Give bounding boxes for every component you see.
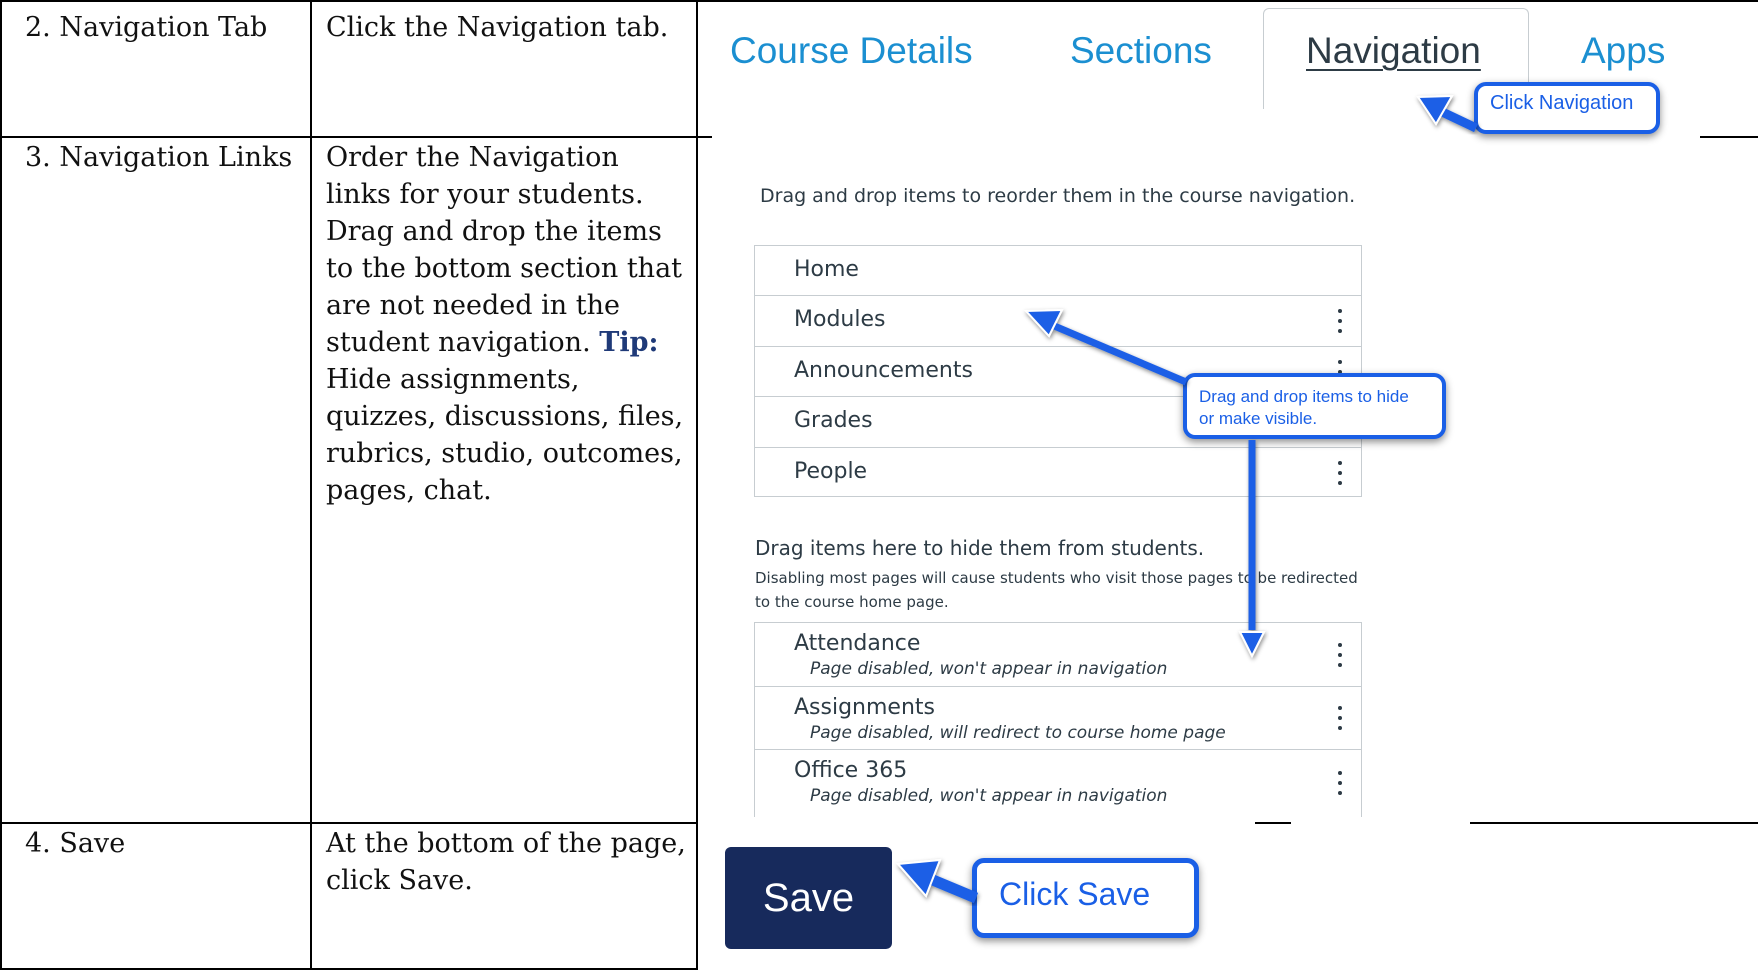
reorder-instructions: Drag and drop items to reorder them in t… bbox=[760, 185, 1356, 207]
table-column-divider-1 bbox=[310, 0, 312, 970]
instruction-line: are not needed in the bbox=[326, 290, 620, 321]
instruction-line: to the bottom section that bbox=[326, 253, 683, 284]
instruction-line: student navigation. bbox=[326, 327, 600, 358]
tab-course-details[interactable]: Course Details bbox=[730, 30, 973, 72]
more-options-icon[interactable] bbox=[1337, 770, 1343, 796]
table-column-divider-2 bbox=[696, 0, 698, 970]
tab-navigation[interactable]: Navigation bbox=[1306, 30, 1481, 72]
instruction-line: links for your students. bbox=[326, 179, 644, 210]
click-save-callout: Click Save bbox=[972, 858, 1199, 938]
step-label: 3. Navigation Links bbox=[25, 142, 293, 173]
more-options-icon[interactable] bbox=[1337, 705, 1343, 731]
tip-label: Tip: bbox=[599, 327, 659, 358]
more-options-icon[interactable] bbox=[1337, 460, 1343, 486]
list-item-label: People bbox=[794, 459, 868, 484]
list-item-label: Grades bbox=[794, 408, 873, 433]
table-row-divider-2 bbox=[0, 822, 698, 824]
list-item-label: Attendance bbox=[794, 631, 921, 656]
disabled-navigation-list: Attendance Page disabled, won't appear i… bbox=[754, 622, 1362, 817]
step-label: 4. Save bbox=[25, 828, 126, 859]
instruction-line: rubrics, studio, outcomes, bbox=[326, 438, 683, 469]
table-row-divider-1-right bbox=[1700, 136, 1758, 138]
list-item[interactable]: Attendance Page disabled, won't appear i… bbox=[755, 623, 1361, 687]
list-item-label: Modules bbox=[794, 307, 886, 332]
tab-apps[interactable]: Apps bbox=[1581, 30, 1665, 72]
table-border-top bbox=[0, 0, 1758, 2]
list-item-status: Page disabled, won't appear in navigatio… bbox=[810, 786, 1168, 806]
callout-text: Click Save bbox=[999, 876, 1151, 912]
list-item[interactable]: Assignments Page disabled, will redirect… bbox=[755, 687, 1361, 750]
click-navigation-callout: Click Navigation bbox=[1474, 82, 1660, 134]
callout-text: Drag and drop items to hide bbox=[1199, 387, 1409, 406]
enabled-navigation-list: Home Modules Announcements Grades People bbox=[754, 245, 1362, 497]
list-item-status: Page disabled, will redirect to course h… bbox=[810, 723, 1226, 743]
step-instruction: Order the Navigation links for your stud… bbox=[326, 139, 683, 509]
step-instruction: Click the Navigation tab. bbox=[326, 12, 669, 43]
instruction-line: Hide assignments, bbox=[326, 364, 580, 395]
instruction-line: At the bottom of the page, bbox=[326, 828, 686, 859]
instruction-line-with-tip: student navigation. Tip: bbox=[326, 324, 683, 361]
save-button[interactable]: Save bbox=[725, 847, 892, 949]
hidden-section-note: Disabling most pages will cause students… bbox=[755, 566, 1358, 614]
table-row-divider-1 bbox=[0, 136, 712, 138]
note-line: Disabling most pages will cause students… bbox=[755, 569, 1358, 587]
table-row-divider-2-right bbox=[1470, 822, 1758, 824]
instruction-line: quizzes, discussions, files, bbox=[326, 401, 684, 432]
tab-sections[interactable]: Sections bbox=[1070, 30, 1212, 72]
drag-drop-callout: Drag and drop items to hide or make visi… bbox=[1183, 373, 1446, 439]
step-label: 2. Navigation Tab bbox=[25, 12, 268, 43]
more-options-icon[interactable] bbox=[1337, 642, 1343, 668]
list-item-label: Home bbox=[794, 257, 859, 282]
list-item[interactable]: Home bbox=[755, 246, 1361, 296]
hidden-section-heading: Drag items here to hide them from studen… bbox=[755, 536, 1205, 560]
list-item-label: Office 365 bbox=[794, 758, 908, 783]
step-instruction: At the bottom of the page, click Save. bbox=[326, 825, 686, 899]
callout-text: or make visible. bbox=[1199, 409, 1318, 428]
more-options-icon[interactable] bbox=[1337, 308, 1343, 334]
table-row-divider-2-mid bbox=[1255, 822, 1291, 824]
list-item[interactable]: Office 365 Page disabled, won't appear i… bbox=[755, 750, 1361, 816]
list-item[interactable]: Modules bbox=[755, 296, 1361, 347]
table-border-left bbox=[0, 0, 2, 970]
list-item[interactable]: People bbox=[755, 448, 1361, 498]
arrow-icon bbox=[895, 858, 979, 904]
instruction-line: click Save. bbox=[326, 865, 473, 896]
list-item-status: Page disabled, won't appear in navigatio… bbox=[810, 659, 1168, 679]
list-item-label: Announcements bbox=[794, 358, 973, 383]
note-line: to the course home page. bbox=[755, 593, 949, 611]
list-item-label: Assignments bbox=[794, 695, 935, 720]
instruction-line: pages, chat. bbox=[326, 475, 492, 506]
instruction-line: Drag and drop the items bbox=[326, 216, 662, 247]
instruction-line: Order the Navigation bbox=[326, 142, 619, 173]
callout-text: Click Navigation bbox=[1490, 92, 1634, 114]
